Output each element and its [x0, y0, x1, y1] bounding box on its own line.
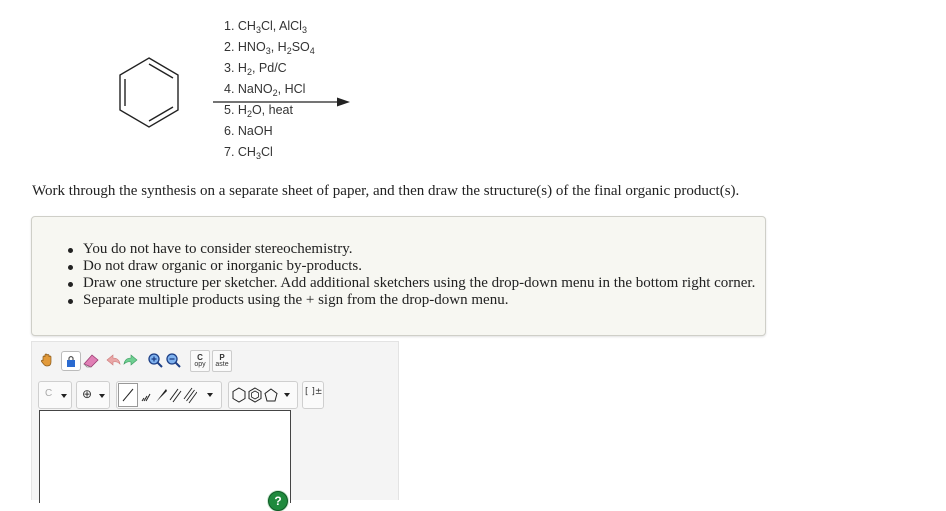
reagent-text: NaNO	[237, 82, 273, 96]
help-icon[interactable]: ?	[268, 491, 288, 511]
reagent-text: Cl	[260, 145, 273, 159]
chevron-down-icon[interactable]	[284, 393, 290, 397]
cyclopentane-icon[interactable]	[264, 387, 278, 403]
undo-icon[interactable]	[104, 351, 122, 369]
reaction-step-6: 6. NaOH	[224, 121, 315, 142]
sketcher-canvas[interactable]: ?	[39, 410, 291, 511]
hint-item: Draw one structure per sketcher. Add add…	[67, 275, 756, 291]
atom-selector[interactable]: C	[38, 381, 72, 409]
hint-item: Separate multiple products using the + s…	[67, 292, 755, 309]
lasso-icon[interactable]	[61, 351, 81, 371]
bond-tools	[116, 381, 222, 409]
chevron-down-icon	[61, 394, 67, 398]
single-bond-button[interactable]	[118, 383, 138, 407]
hint-item: You do not have to consider stereochemis…	[67, 241, 755, 258]
wedge-bond-icon[interactable]	[154, 384, 168, 406]
reagent-text: NaOH	[237, 124, 273, 138]
hashed-bond-icon[interactable]	[139, 384, 153, 406]
chevron-down-icon[interactable]	[207, 393, 213, 397]
atom-selector-value: C	[45, 388, 53, 399]
instruction-text: Work through the synthesis on a separate…	[32, 183, 740, 199]
copy-label-top: C	[197, 353, 203, 362]
bracket-label: [ ]±	[305, 387, 323, 397]
cyclohexane-icon[interactable]	[232, 387, 246, 403]
reagent-text: , H	[270, 40, 287, 54]
reagent-text: CH	[237, 19, 256, 33]
charge-icon: ⊕	[82, 387, 93, 401]
benzene-ring-icon[interactable]	[248, 387, 262, 403]
sketcher-panel: C opy P aste C ⊕ []± ?	[31, 341, 399, 511]
double-bond-icon[interactable]	[168, 384, 182, 406]
reaction-step-7: 7. CH3Cl	[224, 142, 315, 163]
bracket-button[interactable]: [ ]±	[302, 381, 324, 409]
subscript: 4	[309, 46, 315, 56]
reaction-arrow	[213, 97, 350, 107]
hint-item: Do not draw organic or inorganic by-prod…	[67, 258, 755, 275]
reagent-text: , HCl	[277, 82, 306, 96]
reagent-text: , Pd/C	[251, 61, 287, 75]
chevron-down-icon	[99, 394, 105, 398]
reagent-text: SO	[291, 40, 310, 54]
reaction-conditions: 1. CH3Cl, AlCl3 2. HNO3, H2SO4 3. H2, Pd/C…	[224, 16, 315, 163]
step-number: 7.	[224, 145, 238, 159]
step-number: 2.	[224, 40, 238, 54]
paste-label-bottom: aste	[215, 361, 229, 368]
copy-label-bottom: opy	[194, 361, 206, 368]
reaction-step-3: 3. H2, Pd/C	[224, 58, 315, 79]
subscript: 3	[301, 25, 307, 35]
zoom-in-icon[interactable]	[146, 351, 164, 369]
reaction-step-1: 1. CH3Cl, AlCl3	[224, 16, 315, 37]
step-number: 3.	[224, 61, 238, 75]
step-number: 4.	[224, 82, 238, 96]
reagent-text: H	[237, 61, 247, 75]
reagent-text: HNO	[237, 40, 266, 54]
hand-icon[interactable]	[38, 351, 56, 369]
zoom-out-icon[interactable]	[164, 351, 182, 369]
hint-list: You do not have to consider stereochemis…	[32, 241, 755, 309]
eraser-icon[interactable]	[82, 351, 100, 369]
step-number: 1.	[224, 19, 238, 33]
paste-label-top: P	[219, 353, 225, 362]
reagent-text: Cl, AlCl	[260, 19, 302, 33]
redo-icon[interactable]	[122, 351, 140, 369]
copy-button[interactable]: C opy	[190, 350, 210, 372]
benzene-structure	[119, 57, 179, 128]
hint-box: You do not have to consider stereochemis…	[31, 216, 766, 336]
triple-bond-icon[interactable]	[183, 384, 197, 406]
reaction-step-2: 2. HNO3, H2SO4	[224, 37, 315, 58]
ring-tools	[228, 381, 298, 409]
reagent-text: CH	[237, 145, 256, 159]
step-number: 6.	[224, 124, 238, 138]
charge-selector[interactable]: ⊕	[76, 381, 110, 409]
paste-button[interactable]: P aste	[212, 350, 232, 372]
